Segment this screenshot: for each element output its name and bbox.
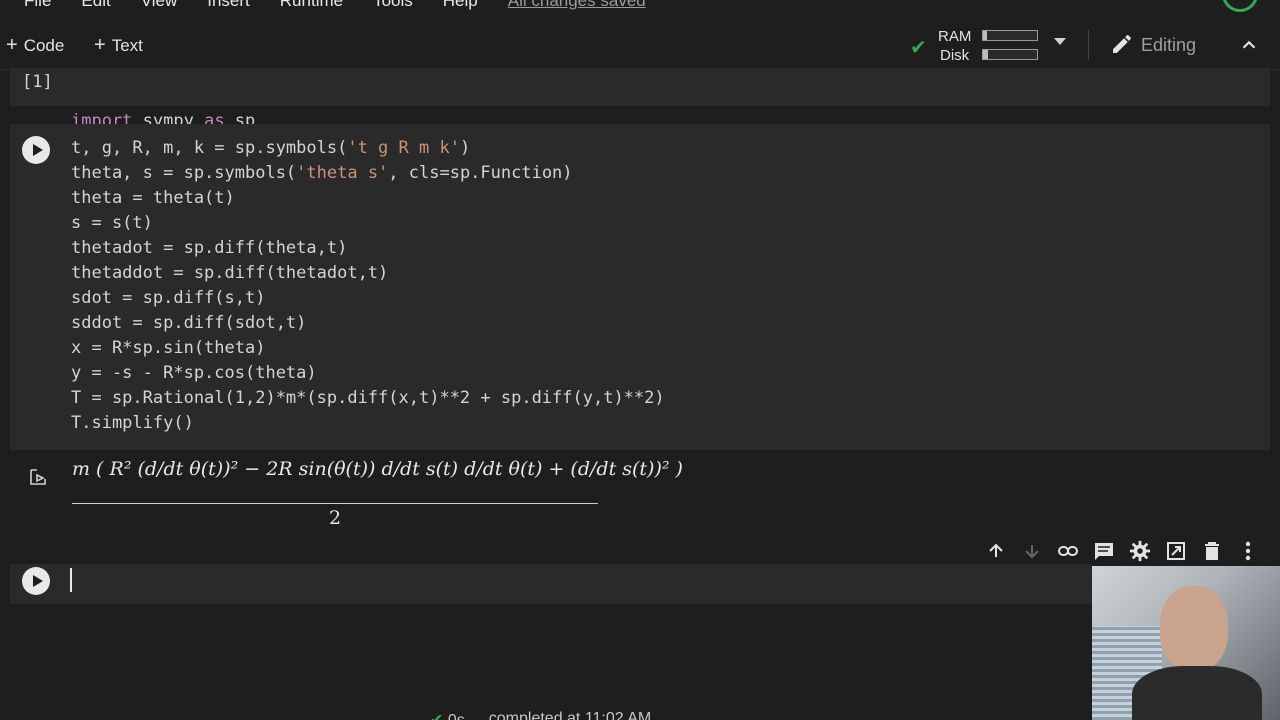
toolbar-divider xyxy=(1088,30,1089,60)
arrow-up-icon xyxy=(989,543,1003,557)
code-token: theta = theta(t) xyxy=(71,188,235,208)
code-line: thetaddot = sp.diff(thetadot,t) xyxy=(71,261,665,286)
code-cell-3[interactable] xyxy=(10,564,1092,604)
mirror-cell-button[interactable] xyxy=(1158,536,1194,566)
code-line: thetadot = sp.diff(theta,t) xyxy=(71,236,665,261)
status-completed: completed at 11:02 AM xyxy=(488,710,652,720)
code-token: x = R*sp.sin(theta) xyxy=(71,338,266,358)
add-text-label: Text xyxy=(111,35,143,55)
code-token: sddot = sp.diff(sdot,t) xyxy=(71,313,307,333)
status-check-icon: ✔ xyxy=(430,712,443,720)
settings-button[interactable] xyxy=(1122,536,1158,566)
execution-count: [1] xyxy=(22,72,53,92)
link-button[interactable] xyxy=(1050,536,1086,566)
menu-runtime[interactable]: Runtime xyxy=(280,0,343,11)
add-code-label: Code xyxy=(23,35,65,55)
webcam-overlay xyxy=(1092,566,1280,720)
fraction-bar xyxy=(72,503,598,504)
add-text-button[interactable]: + Text xyxy=(94,34,143,57)
comment-icon xyxy=(1095,543,1113,560)
mirror-icon xyxy=(1167,542,1185,560)
code-token: T = sp.Rational(1,2)*m*(sp.diff(x,t)**2 … xyxy=(71,388,665,408)
pencil-icon[interactable] xyxy=(1110,32,1134,56)
text-cursor xyxy=(70,568,72,592)
cell-toolbar xyxy=(978,536,1268,566)
code-token: , cls=sp.Function) xyxy=(388,163,573,183)
run-cell-button[interactable] xyxy=(22,567,50,595)
notebook-toolbar: + Code + Text ✔ RAM Disk Editing xyxy=(0,20,1280,70)
account-avatar[interactable] xyxy=(1222,0,1258,12)
add-code-button[interactable]: + Code xyxy=(6,34,64,57)
code-token: t, g, R, m, k = sp.symbols( xyxy=(71,138,348,158)
menu-help[interactable]: Help xyxy=(443,0,478,11)
code-token: y = -s - R*sp.cos(theta) xyxy=(71,363,317,383)
delete-cell-button[interactable] xyxy=(1194,536,1230,566)
resources-dropdown-icon[interactable] xyxy=(1054,38,1066,45)
save-status-link[interactable]: All changes saved xyxy=(508,0,646,11)
plus-icon: + xyxy=(94,34,106,56)
gear-icon xyxy=(1129,540,1151,562)
ram-meter[interactable] xyxy=(982,30,1038,41)
disk-meter[interactable] xyxy=(982,49,1038,60)
output-denominator: 2 xyxy=(329,507,342,529)
code-line: sdot = sp.diff(s,t) xyxy=(71,286,665,311)
code-line: T = sp.Rational(1,2)*m*(sp.diff(x,t)**2 … xyxy=(71,386,665,411)
code-token: sdot = sp.diff(s,t) xyxy=(71,288,266,308)
trash-icon xyxy=(1205,542,1219,560)
output-icon[interactable] xyxy=(28,466,50,488)
output-numerator: m ( R² (d/dt θ(t))² − 2R sin(θ(t)) d/dt … xyxy=(72,458,683,480)
play-icon xyxy=(32,575,43,587)
ram-label: RAM xyxy=(938,28,972,45)
code-token: thetadot = sp.diff(theta,t) xyxy=(71,238,348,258)
code-token: 't g R m k' xyxy=(347,138,460,158)
status-elapsed: 0s xyxy=(448,712,465,720)
connected-check-icon: ✔ xyxy=(910,37,927,59)
chevron-up-icon[interactable] xyxy=(1238,34,1260,56)
code-line: t, g, R, m, k = sp.symbols('t g R m k') xyxy=(71,136,665,161)
arrow-down-icon xyxy=(1025,545,1039,559)
code-editor-2[interactable]: t, g, R, m, k = sp.symbols('t g R m k') t… xyxy=(71,136,665,436)
code-line: sddot = sp.diff(sdot,t) xyxy=(71,311,665,336)
code-token: thetaddot = sp.diff(thetadot,t) xyxy=(71,263,389,283)
disk-label: Disk xyxy=(940,47,970,64)
menu-bar: File Edit View Insert Runtime Tools Help… xyxy=(0,0,1280,12)
code-token: s = s(t) xyxy=(71,213,153,233)
more-vert-icon xyxy=(1245,541,1251,561)
menu-tools[interactable]: Tools xyxy=(373,0,413,11)
presenter-body xyxy=(1132,666,1262,720)
code-line: theta, s = sp.symbols('theta s', cls=sp.… xyxy=(71,161,665,186)
code-token: ) xyxy=(459,138,471,158)
code-token: theta, s = sp.symbols( xyxy=(71,163,297,183)
more-options-button[interactable] xyxy=(1230,536,1266,566)
code-line: T.simplify() xyxy=(71,411,665,436)
presenter-head xyxy=(1160,586,1228,672)
code-token: T.simplify() xyxy=(71,413,194,433)
editing-mode-label[interactable]: Editing xyxy=(1141,35,1196,56)
play-icon xyxy=(32,144,43,156)
plus-icon: + xyxy=(6,34,18,56)
menu-edit[interactable]: Edit xyxy=(81,0,110,11)
move-up-button[interactable] xyxy=(978,536,1014,566)
move-down-button[interactable] xyxy=(1014,536,1050,566)
menu-view[interactable]: View xyxy=(141,0,178,11)
link-icon xyxy=(1058,546,1078,556)
code-line: theta = theta(t) xyxy=(71,186,665,211)
menu-insert[interactable]: Insert xyxy=(207,0,250,11)
comment-button[interactable] xyxy=(1086,536,1122,566)
status-bar: ✔ 0s completed at 11:02 AM xyxy=(430,710,651,720)
code-line: y = -s - R*sp.cos(theta) xyxy=(71,361,665,386)
run-cell-button[interactable] xyxy=(22,136,50,164)
code-token: 'theta s' xyxy=(296,163,389,183)
code-line: s = s(t) xyxy=(71,211,665,236)
code-line: x = R*sp.sin(theta) xyxy=(71,336,665,361)
menu-file[interactable]: File xyxy=(24,0,51,11)
